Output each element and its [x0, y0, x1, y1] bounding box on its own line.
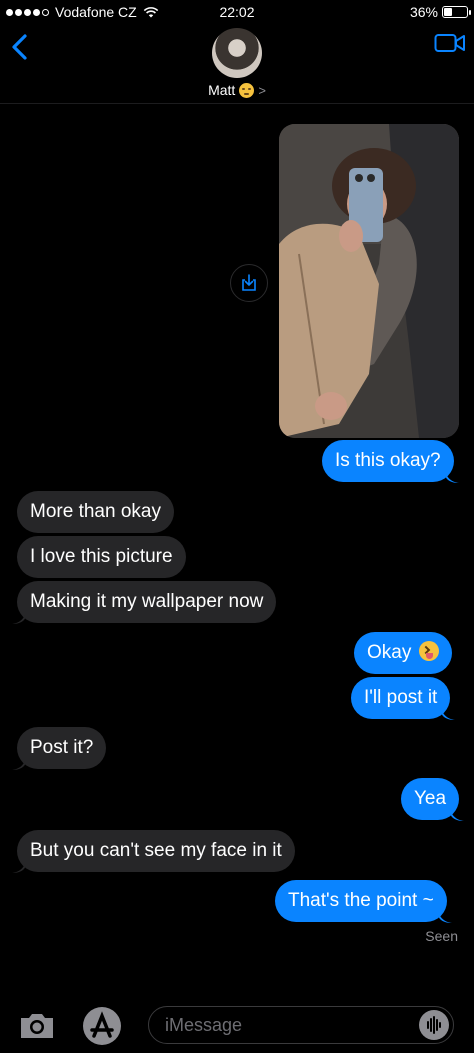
bubble-tail: [12, 608, 26, 624]
message-bubble-received[interactable]: But you can't see my face in it: [12, 830, 295, 873]
save-to-device-icon: [242, 274, 256, 291]
message-bubble-received[interactable]: Making it my wallpaper now: [12, 581, 277, 624]
audio-waveform-icon[interactable]: [419, 1010, 449, 1040]
status-bar: Vodafone CZ 22:02 36%: [0, 0, 474, 26]
message-text: But you can't see my face in it: [30, 840, 282, 861]
conversation-header: Matt >: [0, 26, 474, 104]
bubble-tail: [12, 754, 26, 770]
message-bubble-sent[interactable]: Is this okay?: [322, 440, 459, 483]
message-text: Making it my wallpaper now: [30, 591, 264, 612]
chevron-left-icon[interactable]: [8, 32, 32, 62]
message-bubble-received[interactable]: More than okay: [17, 491, 174, 533]
chevron-right-icon: >: [258, 82, 266, 98]
message-text: More than okay: [30, 501, 161, 522]
message-bubble-sent[interactable]: Yea: [401, 778, 465, 821]
imessage-placeholder: iMessage: [165, 1015, 243, 1035]
avatar[interactable]: [212, 28, 262, 78]
message-text: Is this okay?: [335, 450, 441, 471]
battery-fill: [444, 8, 452, 16]
message-input-bar: iMessage: [0, 998, 474, 1053]
save-to-device-button[interactable]: [230, 264, 268, 302]
battery-icon: [442, 6, 471, 18]
message-text: Yea: [414, 788, 447, 809]
message-bubble-sent[interactable]: I'll post it: [351, 677, 456, 720]
battery-status: 36%: [409, 4, 471, 20]
app-store-icon[interactable]: [80, 1006, 124, 1046]
message-bubble-received[interactable]: I love this picture: [17, 536, 186, 578]
imessage-input[interactable]: iMessage: [148, 1006, 454, 1044]
message-text: I love this picture: [30, 546, 173, 567]
clock: 22:02: [219, 4, 255, 20]
read-receipt: Seen: [425, 928, 458, 944]
camera-icon[interactable]: [18, 1012, 56, 1040]
message-text: That's the point ~: [288, 890, 434, 911]
battery-percent: 36%: [409, 4, 438, 20]
unamused-face-icon: [239, 82, 255, 98]
bubble-tail: [450, 805, 465, 821]
photo-attachment[interactable]: [279, 124, 459, 438]
contact-name-button[interactable]: Matt >: [0, 82, 474, 98]
bubble-tail: [12, 857, 26, 873]
squinting-tongue-face-icon: [418, 641, 439, 661]
video-camera-icon[interactable]: [434, 32, 466, 54]
message-text: Post it?: [30, 737, 94, 758]
message-bubble-sent[interactable]: That's the point ~: [275, 880, 452, 923]
message-bubble-sent[interactable]: Okay: [354, 632, 452, 674]
bubble-tail: [437, 907, 452, 923]
photo-image: [279, 124, 459, 438]
message-text: Okay: [367, 642, 412, 663]
bubble-tail: [444, 467, 459, 483]
bubble-tail: [441, 704, 456, 720]
message-bubble-received[interactable]: Post it?: [12, 727, 107, 770]
contact-name: Matt: [208, 82, 236, 98]
message-text: I'll post it: [364, 687, 438, 708]
